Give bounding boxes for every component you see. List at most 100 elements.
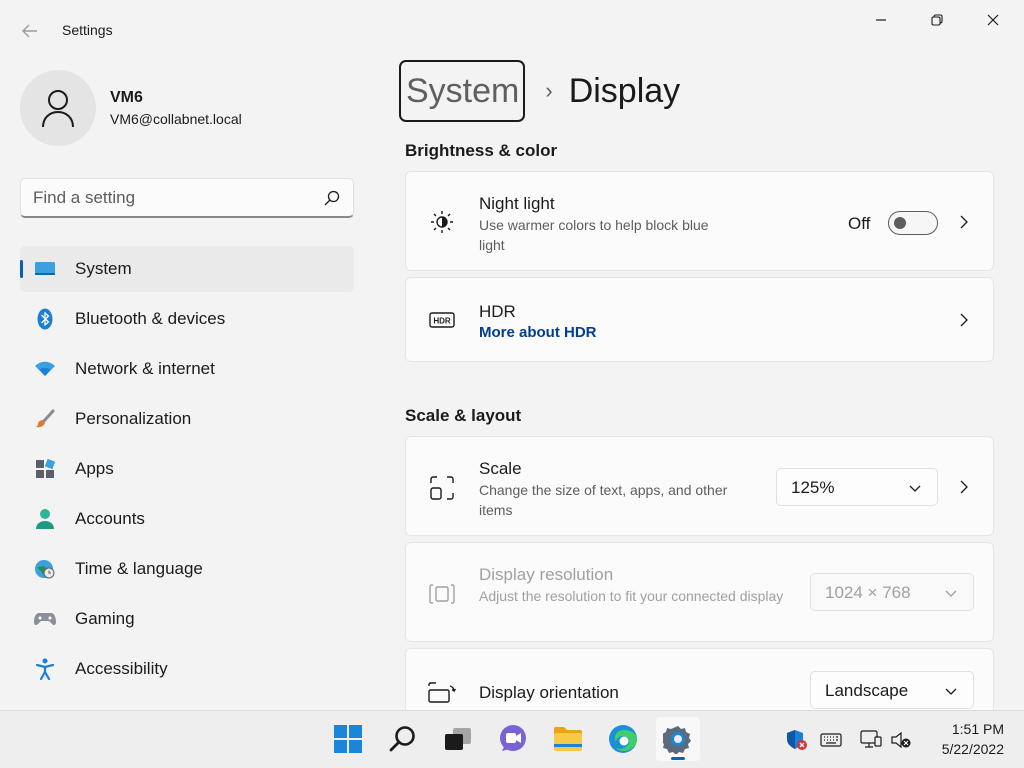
sidebar-item-label: Gaming: [75, 609, 135, 628]
night-light-toggle[interactable]: [888, 211, 938, 235]
night-light-title: Night light: [479, 194, 555, 213]
sidebar-item-time-language[interactable]: Time & language: [20, 546, 354, 592]
sidebar-item-label: Accounts: [75, 509, 145, 528]
resolution-dropdown: 1024 × 768: [810, 573, 974, 611]
start-icon: [334, 725, 362, 753]
system-clock[interactable]: 1:51 PM 5/22/2022: [920, 719, 1004, 759]
apps-icon: [34, 458, 56, 480]
display-orientation-card[interactable]: Display orientation Landscape: [405, 648, 994, 710]
sidebar-nav: System Bluetooth & devices Network & int…: [20, 246, 354, 696]
network-icon: [34, 358, 56, 380]
display-resolution-card: Display resolution Adjust the resolution…: [405, 542, 994, 642]
accounts-icon: [34, 508, 56, 530]
scale-title: Scale: [479, 459, 522, 478]
chat-button[interactable]: [491, 717, 535, 761]
taskbar-search-button[interactable]: [381, 717, 425, 761]
breadcrumb: System › Display: [399, 60, 680, 122]
resolution-value: 1024 × 768: [825, 583, 911, 602]
night-light-state: Off: [848, 214, 871, 233]
search-icon: [389, 726, 415, 752]
selection-indicator: [20, 260, 23, 278]
volume-muted-icon[interactable]: [890, 729, 912, 751]
sidebar-item-label: Apps: [75, 459, 114, 478]
sidebar-item-label: System: [75, 259, 132, 278]
clock-date: 5/22/2022: [941, 741, 1004, 757]
sidebar-item-label: Bluetooth & devices: [75, 309, 226, 328]
settings-icon: [663, 726, 691, 754]
chevron-down-icon: [945, 688, 957, 695]
chat-icon: [500, 725, 526, 751]
search-box[interactable]: [20, 178, 354, 218]
sidebar-item-accounts[interactable]: Accounts: [20, 496, 354, 542]
orientation-dropdown[interactable]: Landscape: [810, 671, 974, 709]
chevron-down-icon: [945, 590, 957, 597]
display-resolution-title: Display resolution: [479, 565, 614, 584]
search-icon[interactable]: [323, 189, 341, 207]
toggle-knob: [894, 217, 906, 229]
task-view-icon: [445, 728, 471, 750]
night-light-description: Use warmer colors to help block blue lig…: [479, 217, 709, 253]
chevron-right-icon[interactable]: [957, 480, 971, 494]
edge-button[interactable]: [601, 717, 645, 761]
hdr-card[interactable]: HDR HDR More about HDR: [405, 277, 994, 362]
start-button[interactable]: [326, 717, 370, 761]
system-icon: [34, 258, 56, 280]
hdr-title: HDR: [479, 302, 516, 321]
defender-icon[interactable]: [786, 729, 808, 751]
file-explorer-button[interactable]: [546, 717, 590, 761]
file-explorer-icon: [554, 727, 582, 751]
sidebar-item-label: Network & internet: [75, 359, 215, 378]
more-about-hdr-link[interactable]: More about HDR: [479, 324, 597, 341]
search-input[interactable]: [33, 187, 313, 209]
sidebar-item-accessibility[interactable]: Accessibility: [20, 646, 354, 692]
page-title: Display: [568, 71, 681, 110]
title-bar: Settings: [0, 0, 1024, 62]
clock-time: 1:51 PM: [951, 721, 1004, 737]
sidebar-item-system[interactable]: System: [20, 246, 354, 292]
sidebar-item-personalization[interactable]: Personalization: [20, 396, 354, 442]
person-icon: [42, 90, 74, 128]
running-indicator: [671, 757, 685, 760]
night-light-card[interactable]: Night light Use warmer colors to help bl…: [405, 171, 994, 271]
scale-description: Change the size of text, apps, and other…: [479, 482, 728, 518]
section-title-brightness: Brightness & color: [405, 141, 558, 160]
breadcrumb-system-link[interactable]: System: [399, 60, 526, 122]
network-status-icon[interactable]: [860, 729, 882, 751]
minimize-button[interactable]: [858, 6, 904, 34]
sidebar-item-label: Accessibility: [75, 659, 168, 678]
sidebar-item-apps[interactable]: Apps: [20, 446, 354, 492]
brightness-icon: [428, 208, 456, 236]
display-orientation-title: Display orientation: [479, 683, 619, 702]
scale-icon: [428, 474, 456, 502]
app-title: Settings: [62, 22, 113, 38]
taskbar: 1:51 PM 5/22/2022: [0, 710, 1024, 768]
gamepad-icon: [34, 608, 56, 630]
restore-button[interactable]: [914, 6, 960, 34]
minimize-icon: [876, 19, 886, 21]
breadcrumb-chevron-icon: ›: [545, 78, 553, 103]
avatar[interactable]: [20, 70, 96, 146]
scale-value: 125%: [791, 478, 835, 497]
brush-icon: [34, 408, 56, 430]
hdr-icon: HDR: [428, 306, 456, 334]
back-button[interactable]: [14, 18, 46, 44]
close-button[interactable]: [970, 6, 1016, 34]
settings-window: Settings VM6 VM6@collabnet.local System: [0, 0, 1024, 710]
sidebar-item-label: Time & language: [75, 559, 203, 578]
close-icon: [987, 14, 999, 26]
sidebar-item-gaming[interactable]: Gaming: [20, 596, 354, 642]
accessibility-icon: [34, 658, 56, 680]
chevron-right-icon[interactable]: [957, 215, 971, 229]
back-arrow-icon: [22, 24, 37, 38]
sidebar-item-network[interactable]: Network & internet: [20, 346, 354, 392]
scale-dropdown[interactable]: 125%: [776, 468, 938, 506]
task-view-button[interactable]: [436, 717, 480, 761]
resolution-icon: [428, 580, 456, 608]
keyboard-icon[interactable]: [820, 729, 842, 751]
scale-card[interactable]: Scale Change the size of text, apps, and…: [405, 436, 994, 536]
chevron-right-icon[interactable]: [957, 313, 971, 327]
sidebar-item-bluetooth[interactable]: Bluetooth & devices: [20, 296, 354, 342]
section-title-scale-layout: Scale & layout: [405, 406, 522, 425]
display-resolution-description: Adjust the resolution to fit your connec…: [479, 588, 784, 604]
settings-app-button[interactable]: [656, 717, 700, 761]
